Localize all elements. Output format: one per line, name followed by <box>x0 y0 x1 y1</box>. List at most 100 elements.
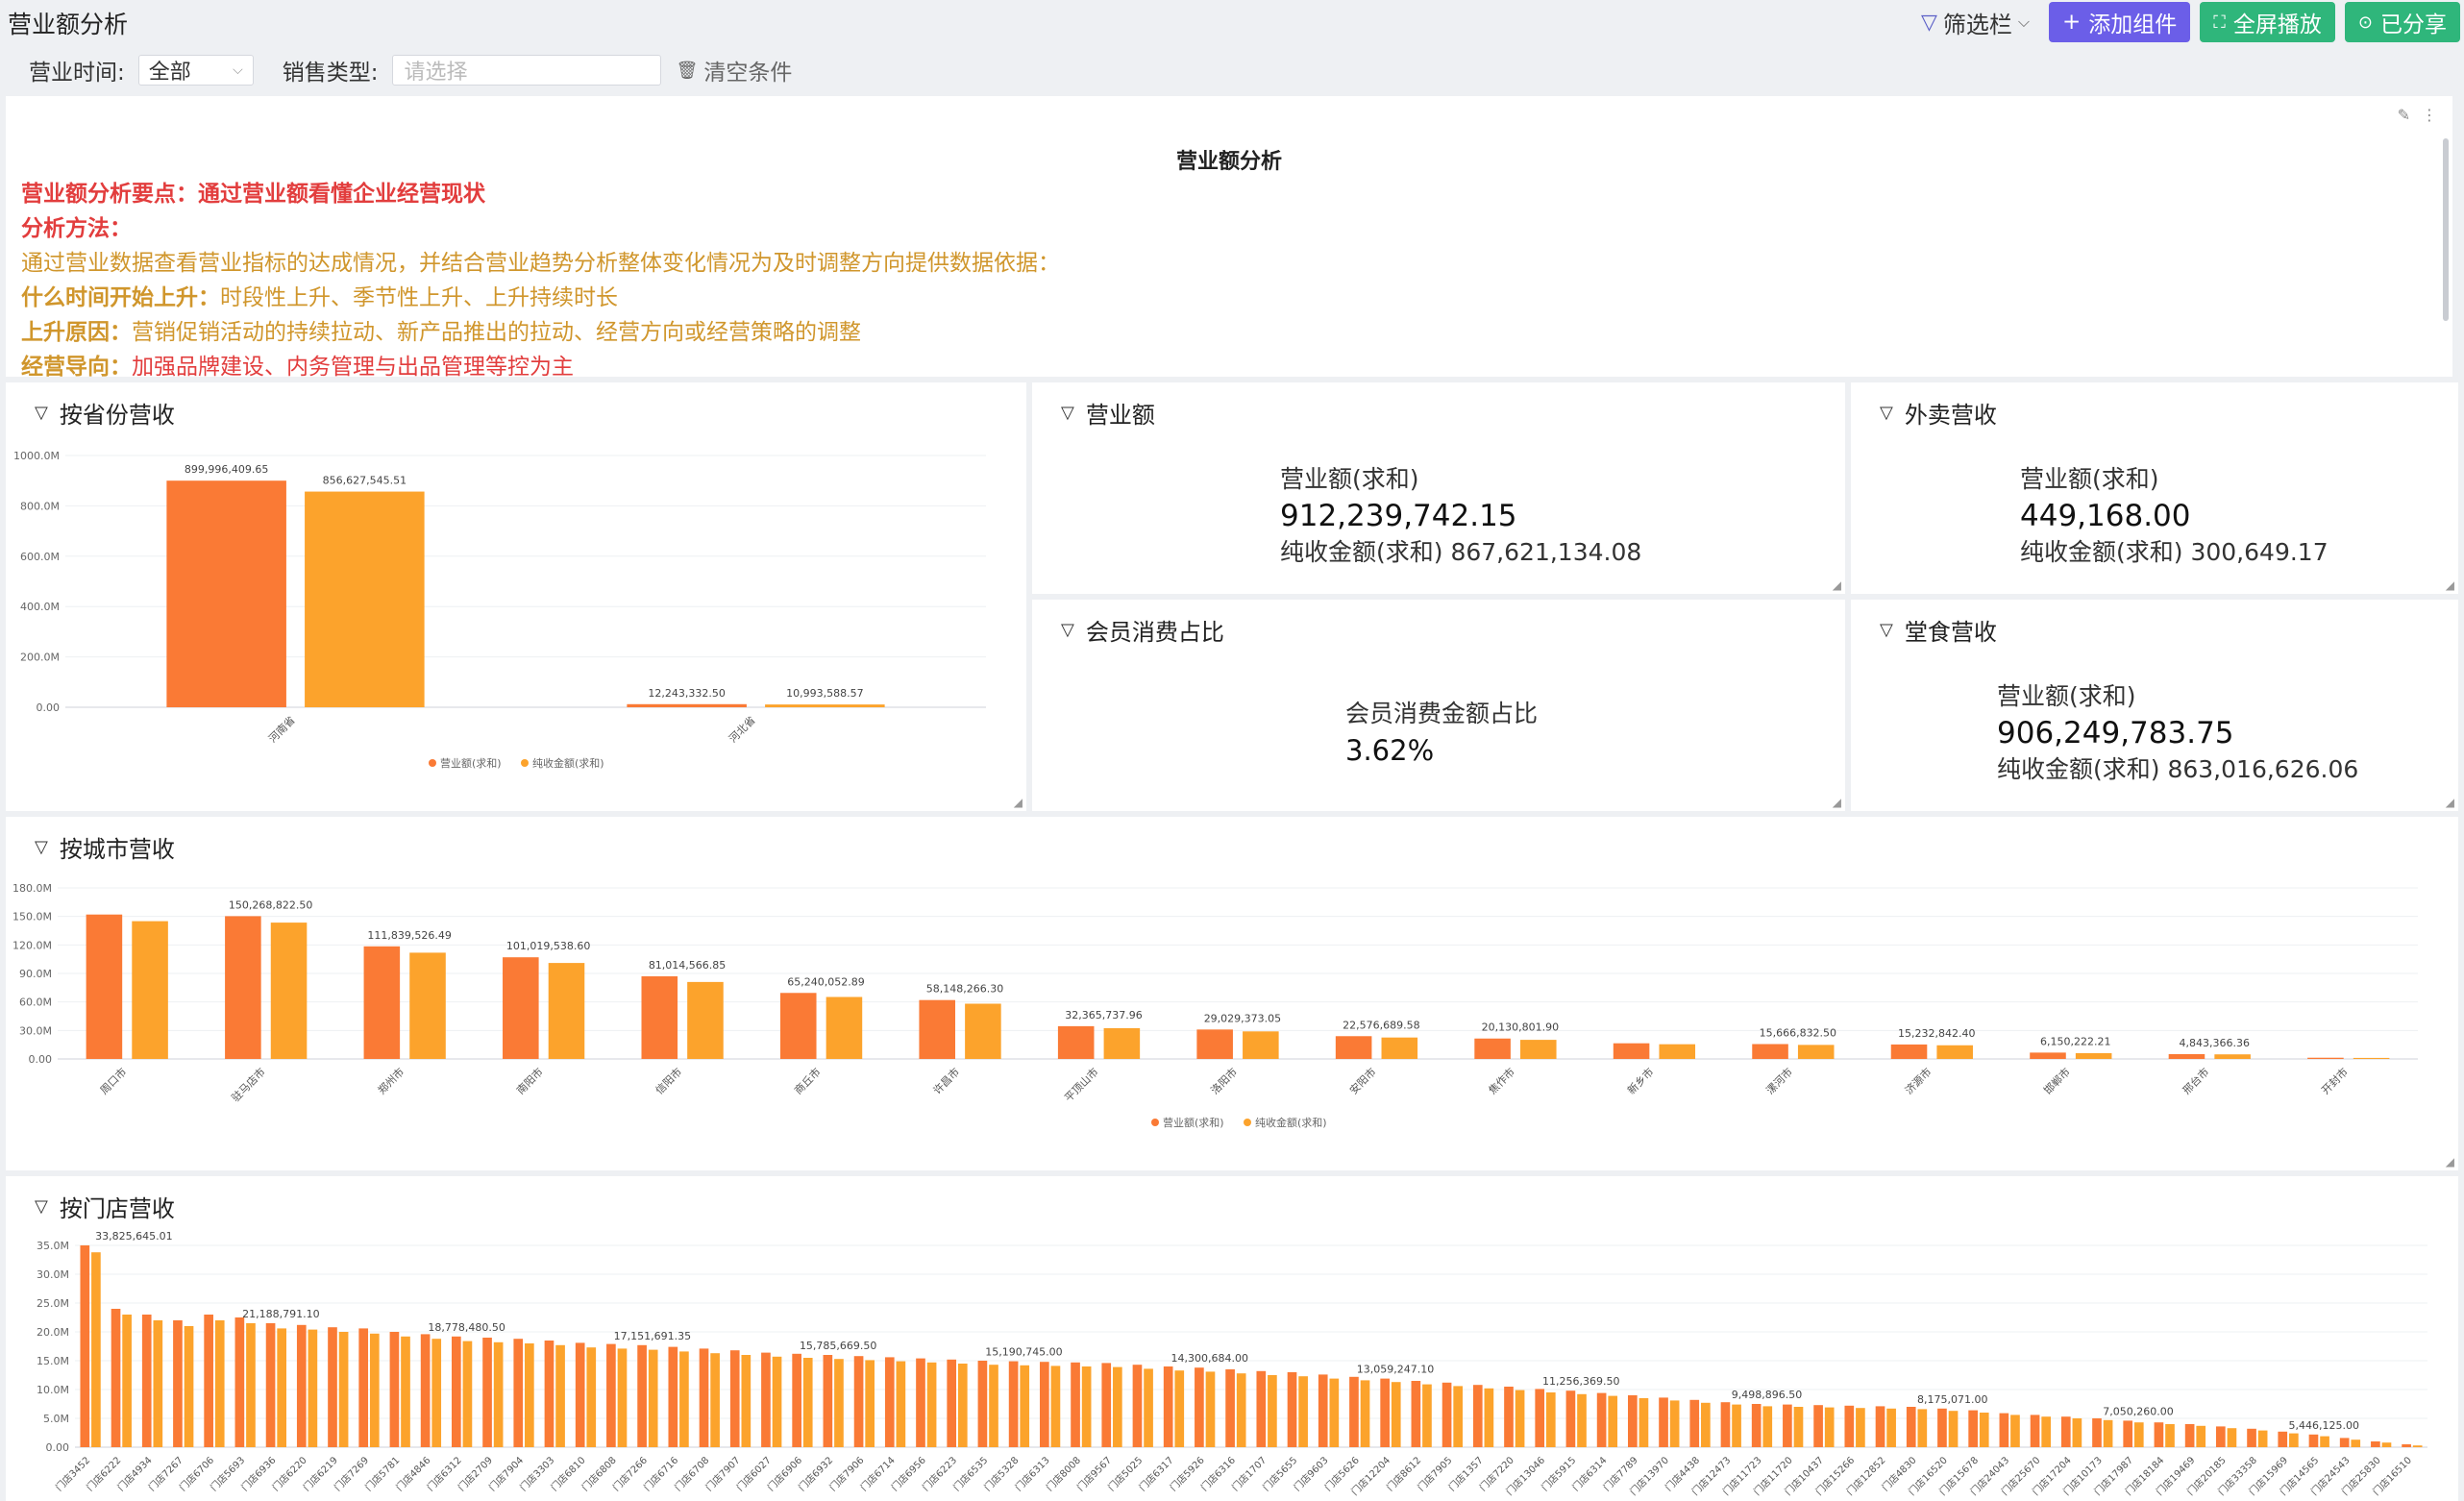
kpi-value: 449,168.00 <box>2020 499 2191 533</box>
y-tick-label: 180.0M <box>12 882 52 895</box>
top-bar: 营业额分析 ▽ 筛选栏 ⌵ + 添加组件 ⛶ 全屏播放 ⊙ 已分享 <box>0 0 2464 48</box>
bar-revenue <box>389 1332 400 1447</box>
bar-revenue <box>699 1348 709 1447</box>
filter-icon[interactable]: ▽ <box>1880 620 1893 640</box>
kpi-block: 营业额(求和) 912,239,742.15 纯收金额(求和) 867,621,… <box>1280 461 1641 571</box>
bar-revenue <box>513 1339 524 1447</box>
x-tick-label: 平顶山市 <box>1062 1065 1101 1104</box>
bar-revenue <box>1132 1365 1143 1447</box>
kpi-block: 营业额(求和) 906,249,783.75 纯收金额(求和) 863,016,… <box>1997 678 2358 788</box>
bar-net <box>277 1328 286 1447</box>
bar-net <box>1329 1378 1340 1447</box>
kpi-label: 会员消费金额占比 <box>1345 700 1539 727</box>
bar-net <box>1484 1388 1494 1447</box>
bar-revenue <box>1906 1407 1916 1447</box>
resize-handle[interactable]: ◢ <box>2446 578 2454 592</box>
bar-net <box>132 921 168 1059</box>
bar-net <box>1381 1037 1418 1059</box>
filter-toggle-button[interactable]: ▽ 筛选栏 ⌵ <box>1911 6 2039 39</box>
x-tick-label: 安阳市 <box>1346 1065 1378 1096</box>
filter-icon[interactable]: ▽ <box>1880 403 1893 423</box>
legend-label: 纯收金额(求和) <box>1255 1116 1327 1129</box>
trash-icon: 🗑 <box>676 60 699 81</box>
bar-revenue <box>853 1356 864 1447</box>
resize-handle[interactable]: ◢ <box>2446 796 2454 809</box>
bar-revenue <box>296 1324 307 1447</box>
resize-handle[interactable]: ◢ <box>1014 796 1023 809</box>
bar-revenue <box>1890 1044 1928 1059</box>
bar-revenue <box>503 957 539 1059</box>
bar-net <box>1886 1408 1896 1447</box>
bar-revenue <box>141 1315 152 1447</box>
bar-net <box>369 1333 380 1447</box>
bar-net <box>338 1332 349 1447</box>
bar-revenue <box>420 1334 431 1447</box>
bar-net <box>648 1349 658 1447</box>
bar-revenue <box>779 993 817 1059</box>
time-filter-select[interactable]: 全部 ⌵ <box>137 55 254 86</box>
kpi-value: 912,239,742.15 <box>1280 499 1517 533</box>
more-icon[interactable]: ⋮ <box>2422 106 2437 124</box>
y-tick-label: 30.0M <box>37 1268 69 1281</box>
clear-filters-button[interactable]: 🗑 清空条件 <box>677 54 793 86</box>
bar-net <box>1824 1407 1835 1447</box>
time-filter-value: 全部 <box>148 61 191 85</box>
bar-revenue <box>363 946 401 1059</box>
filter-toggle-label: 筛选栏 <box>1942 11 2012 38</box>
bar-revenue <box>637 1344 647 1447</box>
bar-revenue <box>2030 1052 2066 1059</box>
bar-net <box>493 1341 504 1447</box>
bar-revenue <box>2123 1420 2133 1447</box>
bar-revenue <box>2168 1053 2205 1059</box>
store-bar-chart: 0.005.0M10.0M15.0M20.0M25.0M30.0M35.0M门店… <box>37 1230 2427 1498</box>
bar-net <box>409 952 446 1059</box>
data-label: 32,365,737.96 <box>1065 1009 1142 1021</box>
notes-title: 营业额分析 <box>1175 150 1282 174</box>
bar-revenue <box>668 1346 678 1447</box>
bar-revenue <box>919 999 956 1059</box>
resize-handle[interactable]: ◢ <box>1833 796 1841 809</box>
bar-net <box>865 1360 875 1447</box>
add-component-button[interactable]: + 添加组件 <box>2049 2 2191 42</box>
legend-swatch <box>1244 1119 1251 1126</box>
filter-icon[interactable]: ▽ <box>1061 620 1074 640</box>
share-button[interactable]: ⊙ 已分享 <box>2344 2 2460 42</box>
bar-net <box>617 1348 628 1447</box>
edit-icon[interactable]: ✎ <box>2398 106 2410 124</box>
chevron-down-icon: ⌵ <box>233 62 243 78</box>
x-tick-label: 济源市 <box>1902 1065 1934 1096</box>
resize-handle[interactable]: ◢ <box>1833 578 1841 592</box>
bar-revenue <box>358 1328 369 1447</box>
add-component-label: 添加组件 <box>2088 12 2178 37</box>
notes-body: 营业额分析要点：通过营业额看懂企业经营现状 分析方法： 通过营业数据查看营业指标… <box>21 177 1060 377</box>
bar-net <box>1515 1390 1525 1447</box>
card-header: ▽ 外卖营收 <box>1880 396 1997 430</box>
bar-revenue <box>1101 1363 1112 1447</box>
resize-handle[interactable]: ◢ <box>2446 1155 2454 1169</box>
bar-net <box>765 704 885 707</box>
filter-icon[interactable]: ▽ <box>1061 403 1074 423</box>
bar-net <box>401 1336 410 1447</box>
card-title: 堂食营收 <box>1904 619 1997 646</box>
data-label: 21,188,791.10 <box>242 1308 319 1320</box>
bar-net <box>305 491 425 707</box>
time-filter-label: 营业时间: <box>29 61 125 86</box>
bar-revenue <box>2184 1424 2195 1447</box>
y-tick-label: 20.0M <box>37 1326 69 1339</box>
bar-revenue <box>2339 1438 2350 1447</box>
bar-revenue <box>1349 1376 1359 1447</box>
type-filter-input[interactable]: 请选择 <box>391 55 661 86</box>
bar-net <box>214 1320 225 1447</box>
kpi-secondary: 纯收金额(求和) 867,621,134.08 <box>1280 538 1642 566</box>
fullscreen-label: 全屏播放 <box>2232 12 2322 37</box>
bar-net <box>1936 1045 1973 1059</box>
bar-revenue <box>1504 1387 1514 1447</box>
bar-net <box>802 1358 813 1447</box>
bar-net <box>1268 1375 1277 1447</box>
fullscreen-button[interactable]: ⛶ 全屏播放 <box>2200 2 2335 42</box>
bar-revenue <box>1472 1385 1483 1447</box>
notes-scrollbar[interactable] <box>2443 138 2449 321</box>
bar-net <box>957 1364 968 1447</box>
bar-revenue <box>328 1327 337 1447</box>
bar-revenue <box>1441 1382 1452 1447</box>
